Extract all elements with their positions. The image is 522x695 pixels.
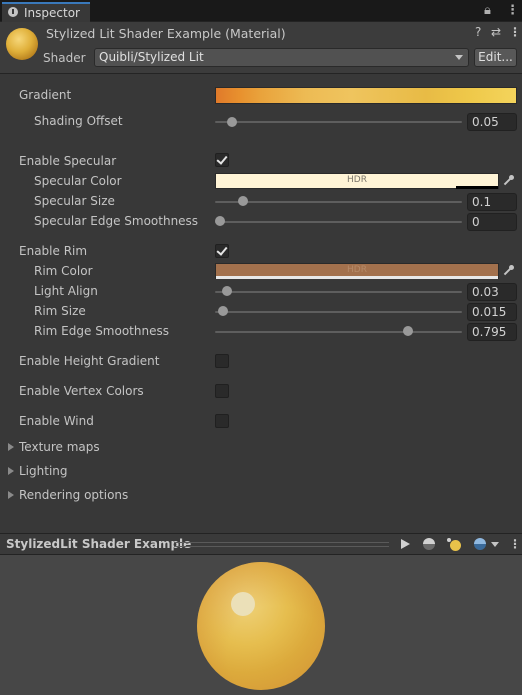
shader-dropdown[interactable]: Quibli/Stylized Lit xyxy=(94,48,469,67)
preview-settings-dropdown[interactable] xyxy=(474,537,502,551)
specular-size-field[interactable]: 0.1 xyxy=(467,193,517,211)
chevron-right-icon xyxy=(8,491,14,499)
enable-vertex-colors-label: Enable Vertex Colors xyxy=(19,384,144,398)
enable-vertex-colors-checkbox[interactable] xyxy=(215,384,229,398)
sphere-icon[interactable] xyxy=(422,537,438,551)
foldout-label: Rendering options xyxy=(19,488,129,502)
specular-size-slider-thumb[interactable] xyxy=(238,196,248,206)
lock-icon[interactable]: 🔒︎ xyxy=(484,3,491,18)
chevron-down-icon xyxy=(455,55,463,60)
menu-icon[interactable]: ⋮ xyxy=(509,25,521,39)
preview-toolbar: StylizedLit Shader Example xyxy=(0,533,522,555)
specular-edge-slider-track[interactable] xyxy=(215,221,462,223)
gradient-field[interactable] xyxy=(215,87,517,104)
enable-specular-checkbox[interactable] xyxy=(215,153,229,167)
foldout-lighting[interactable]: Lighting xyxy=(8,464,208,480)
specular-size-slider-track[interactable] xyxy=(215,201,462,203)
material-thumbnail xyxy=(6,28,38,60)
material-header: Stylized Lit Shader Example (Material) ?… xyxy=(0,22,522,74)
rim-size-label: Rim Size xyxy=(34,304,86,318)
sphere-highlight xyxy=(231,592,255,616)
alpha-bar xyxy=(456,186,498,189)
sphere-rim-shading xyxy=(197,562,325,690)
shading-offset-slider-track[interactable] xyxy=(215,121,462,123)
shading-offset-label: Shading Offset xyxy=(34,114,123,128)
tab-bar: Inspector 🔒︎ ⋮ xyxy=(0,0,522,22)
rim-color-field[interactable]: HDR xyxy=(215,263,499,279)
rim-edge-label: Rim Edge Smoothness xyxy=(34,324,169,338)
rim-color-label: Rim Color xyxy=(34,264,93,278)
specular-color-field[interactable]: HDR xyxy=(215,173,499,189)
tab-inspector[interactable]: Inspector xyxy=(2,2,90,22)
enable-wind-label: Enable Wind xyxy=(19,414,94,428)
specular-color-label: Specular Color xyxy=(34,174,122,188)
alpha-bar xyxy=(216,276,498,279)
shading-offset-field[interactable]: 0.05 xyxy=(467,113,517,131)
enable-height-gradient-checkbox[interactable] xyxy=(215,354,229,368)
rim-size-field[interactable]: 0.015 xyxy=(467,303,517,321)
enable-rim-checkbox[interactable] xyxy=(215,244,229,258)
rim-size-slider-thumb[interactable] xyxy=(218,306,228,316)
light-align-slider-track[interactable] xyxy=(215,291,462,293)
menu-icon[interactable]: ⋮ xyxy=(506,3,519,18)
specular-size-label: Specular Size xyxy=(34,194,115,208)
info-icon xyxy=(8,7,18,17)
specular-edge-slider-thumb[interactable] xyxy=(215,216,225,226)
specular-edge-label: Specular Edge Smoothness xyxy=(34,214,199,228)
foldout-texture-maps[interactable]: Texture maps xyxy=(8,440,208,456)
light-align-label: Light Align xyxy=(34,284,98,298)
enable-height-gradient-label: Enable Height Gradient xyxy=(19,354,160,368)
menu-icon[interactable]: ⋮ xyxy=(509,537,521,551)
foldout-label: Lighting xyxy=(19,464,68,478)
rim-edge-slider-track[interactable] xyxy=(215,331,462,333)
foldout-rendering-options[interactable]: Rendering options xyxy=(8,488,208,504)
shading-offset-slider-thumb[interactable] xyxy=(227,117,237,127)
tab-label: Inspector xyxy=(24,6,80,20)
chevron-right-icon xyxy=(8,443,14,451)
edit-shader-button[interactable]: Edit... xyxy=(474,48,517,67)
light-align-field[interactable]: 0.03 xyxy=(467,283,517,301)
rim-edge-slider-thumb[interactable] xyxy=(403,326,413,336)
light-icon[interactable] xyxy=(446,537,462,551)
gradient-label: Gradient xyxy=(19,88,72,102)
specular-edge-field[interactable]: 0 xyxy=(467,213,517,231)
foldout-label: Texture maps xyxy=(19,440,100,454)
play-icon[interactable] xyxy=(398,537,414,551)
shader-label: Shader xyxy=(43,51,86,65)
enable-specular-label: Enable Specular xyxy=(19,154,117,168)
preview-resize-handle[interactable] xyxy=(174,542,389,547)
chevron-right-icon xyxy=(8,467,14,475)
chevron-down-icon xyxy=(491,542,499,547)
help-icon[interactable]: ? xyxy=(475,25,481,39)
rim-size-slider-track[interactable] xyxy=(215,311,462,313)
enable-wind-checkbox[interactable] xyxy=(215,414,229,428)
light-align-slider-thumb[interactable] xyxy=(222,286,232,296)
sphere-icon xyxy=(474,538,486,550)
rim-edge-field[interactable]: 0.795 xyxy=(467,323,517,341)
shader-value: Quibli/Stylized Lit xyxy=(99,50,204,64)
eyedropper-icon[interactable] xyxy=(500,263,516,279)
enable-rim-label: Enable Rim xyxy=(19,244,88,258)
preset-icon[interactable]: ⇄ xyxy=(491,25,501,39)
material-title: Stylized Lit Shader Example (Material) xyxy=(46,26,286,41)
eyedropper-icon[interactable] xyxy=(500,173,516,189)
preview-title: StylizedLit Shader Example xyxy=(6,537,192,551)
